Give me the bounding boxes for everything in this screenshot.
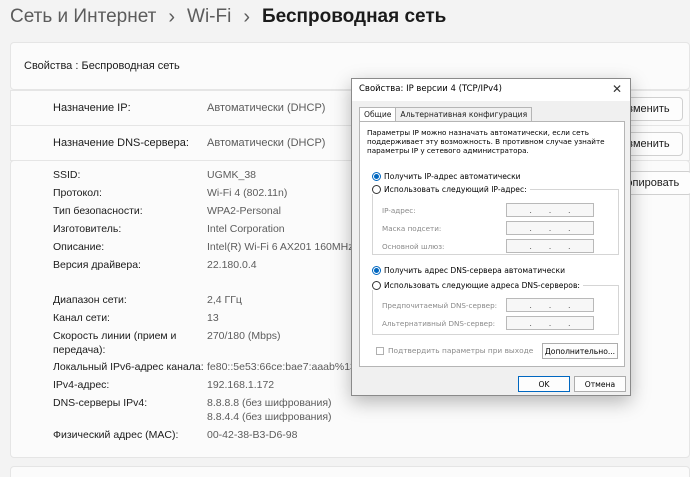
channel-value: 13 — [207, 312, 219, 324]
ssid-value: UGMK_38 — [207, 169, 257, 181]
ip-dot: . — [529, 241, 532, 251]
dialog-titlebar[interactable]: Свойства: IP версии 4 (TCP/IPv4) ✕ — [352, 79, 630, 101]
advanced-button[interactable]: Дополнительно... — [542, 343, 618, 359]
breadcrumb-wifi[interactable]: Wi-Fi — [187, 6, 231, 28]
alternate-dns-input[interactable]: ... — [506, 316, 594, 330]
link-speed-label: Скорость линии (прием и передача): — [53, 330, 177, 356]
security-type-value: WPA2-Personal — [207, 205, 281, 217]
ipv6-label: Локальный IPv6-адрес канала: — [53, 361, 204, 373]
ip-dot: . — [568, 318, 571, 328]
driver-version-value: 22.180.0.4 — [207, 259, 257, 271]
band-label: Диапазон сети: — [53, 294, 127, 306]
radio-unselected-icon — [372, 185, 381, 194]
validate-checkbox[interactable]: Подтвердить параметры при выходе — [376, 346, 533, 355]
dns-auto-label: Получить адрес DNS-сервера автоматически — [384, 266, 566, 275]
checkbox-unchecked-icon — [376, 346, 384, 355]
dns-assignment-value: Автоматически (DHCP) — [207, 137, 326, 149]
validate-label: Подтвердить параметры при выходе — [388, 346, 534, 355]
band-value: 2,4 ГГц — [207, 294, 242, 306]
ip-dot: . — [548, 318, 552, 328]
ip-manual-label: Использовать следующий IP-адрес: — [384, 185, 527, 194]
mac-value: 00-42-38-B3-D6-98 — [207, 429, 298, 441]
ipv4-value: 192.168.1.172 — [207, 379, 275, 391]
breadcrumb-network[interactable]: Сеть и Интернет — [10, 6, 156, 28]
tab-general[interactable]: Общие — [359, 107, 397, 122]
manufacturer-value: Intel Corporation — [207, 223, 285, 235]
dns-servers-label: DNS-серверы IPv4: — [53, 397, 148, 409]
chevron-right-icon: › — [168, 5, 176, 28]
close-icon[interactable]: ✕ — [612, 82, 622, 96]
dns-assignment-label: Назначение DNS-сервера: — [53, 137, 189, 149]
ip-address-label: IP-адрес: — [382, 206, 416, 215]
properties-header-title: Свойства : Беспроводная сеть — [24, 60, 180, 72]
description-label: Описание: — [53, 241, 105, 253]
dns-server-1-value: 8.8.8.8 (без шифрования) — [207, 397, 332, 409]
driver-version-label: Версия драйвера: — [53, 259, 141, 271]
ip-dot: . — [548, 300, 552, 310]
dns-auto-radio[interactable]: Получить адрес DNS-сервера автоматически — [372, 266, 565, 275]
page-title: Беспроводная сеть — [262, 6, 447, 27]
radio-selected-icon — [372, 172, 381, 181]
ipv4-properties-dialog: Свойства: IP версии 4 (TCP/IPv4) ✕ Общие… — [351, 78, 631, 396]
tab-alternate-config[interactable]: Альтернативная конфигурация — [395, 107, 533, 121]
gateway-label: Основной шлюз: — [382, 242, 445, 251]
general-tab-panel: Параметры IP можно назначать автоматичес… — [359, 121, 625, 367]
alternate-dns-label: Альтернативный DNS-сервер: — [382, 319, 496, 328]
preferred-dns-label: Предпочитаемый DNS-сервер: — [382, 301, 498, 310]
security-type-label: Тип безопасности: — [53, 205, 143, 217]
ip-dot: . — [568, 300, 571, 310]
breadcrumb: Сеть и Интернет › Wi-Fi › Беспроводная с… — [10, 4, 446, 30]
ipv4-label: IPv4-адрес: — [53, 379, 110, 391]
gateway-input[interactable]: ... — [506, 239, 594, 253]
chevron-right-icon: › — [243, 5, 250, 28]
ip-dot: . — [568, 205, 571, 215]
radio-unselected-icon — [372, 281, 381, 290]
cancel-button[interactable]: Отмена — [574, 376, 626, 392]
next-card — [10, 466, 690, 477]
ip-dot: . — [529, 205, 532, 215]
ip-dot: . — [529, 223, 532, 233]
ip-dot: . — [529, 318, 532, 328]
dns-manual-label: Использовать следующие адреса DNS-сервер… — [384, 281, 580, 290]
description-value: Intel(R) Wi-Fi 6 AX201 160MHz — [207, 241, 354, 253]
dialog-title: Свойства: IP версии 4 (TCP/IPv4) — [359, 84, 502, 94]
ok-button[interactable]: OK — [518, 376, 570, 392]
ip-assignment-label: Назначение IP: — [53, 102, 131, 114]
protocol-value: Wi-Fi 4 (802.11n) — [207, 187, 288, 199]
dialog-description: Параметры IP можно назначать автоматичес… — [367, 128, 605, 155]
ip-dot: . — [568, 223, 571, 233]
ip-assignment-value: Автоматически (DHCP) — [207, 102, 326, 114]
subnet-mask-label: Маска подсети: — [382, 224, 442, 233]
ip-address-input[interactable]: ... — [506, 203, 594, 217]
manufacturer-label: Изготовитель: — [53, 223, 122, 235]
preferred-dns-input[interactable]: ... — [506, 298, 594, 312]
ip-dot: . — [548, 223, 552, 233]
ip-auto-radio[interactable]: Получить IP-адрес автоматически — [372, 172, 521, 181]
protocol-label: Протокол: — [53, 187, 102, 199]
channel-label: Канал сети: — [53, 312, 110, 324]
ssid-label: SSID: — [53, 169, 81, 181]
ip-manual-radio[interactable]: Использовать следующий IP-адрес: — [372, 185, 530, 194]
link-speed-value: 270/180 (Mbps) — [207, 330, 281, 342]
ip-dot: . — [548, 205, 552, 215]
dns-server-2-value: 8.8.4.4 (без шифрования) — [207, 411, 332, 423]
ipv6-value: fe80::5e53:66ce:bae7:aaab%13 — [207, 361, 356, 373]
ip-dot: . — [568, 241, 571, 251]
ip-auto-label: Получить IP-адрес автоматически — [384, 172, 521, 181]
mac-label: Физический адрес (MAC): — [53, 429, 179, 441]
radio-selected-icon — [372, 266, 381, 275]
ip-dot: . — [529, 300, 532, 310]
dialog-tabs: Общие Альтернативная конфигурация — [359, 107, 533, 122]
subnet-mask-input[interactable]: ... — [506, 221, 594, 235]
ip-dot: . — [548, 241, 552, 251]
dns-manual-radio[interactable]: Использовать следующие адреса DNS-сервер… — [372, 281, 583, 290]
